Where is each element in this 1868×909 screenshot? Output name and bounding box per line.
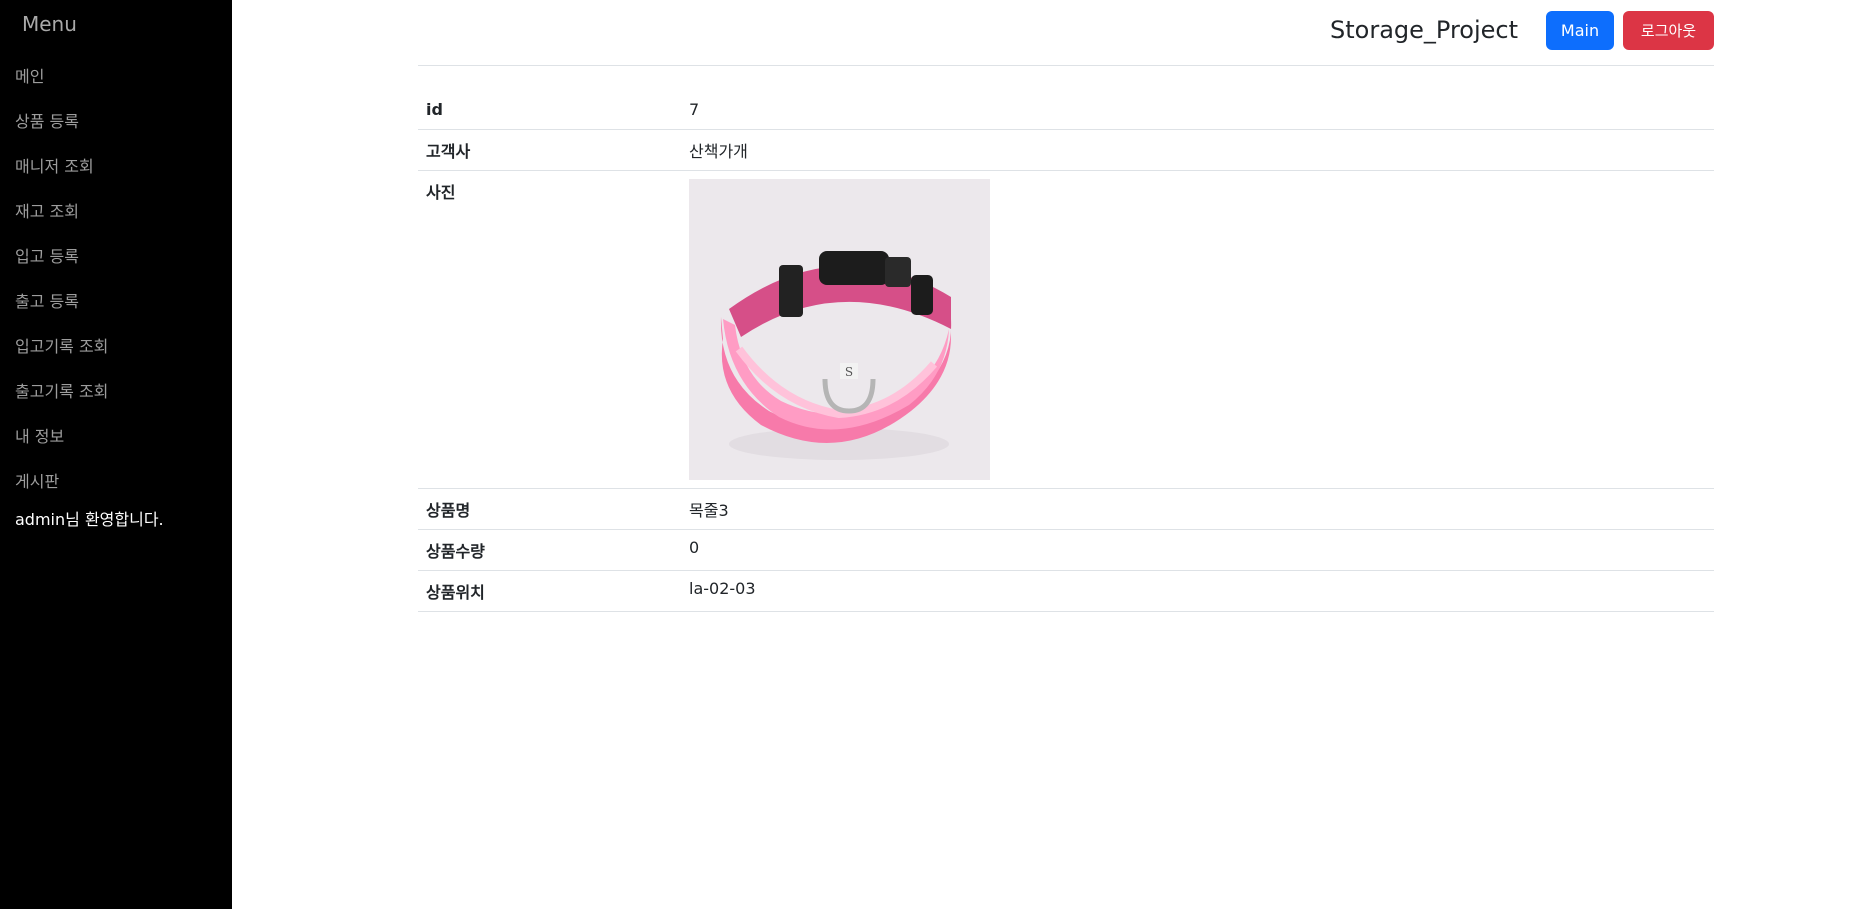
page-title: Storage_Project <box>1330 16 1519 44</box>
photo-label: 사진 <box>418 170 681 489</box>
sidebar-item-stock-list[interactable]: 재고 조회 <box>15 202 108 247</box>
sidebar-item-main[interactable]: 메인 <box>15 67 108 112</box>
welcome-message: admin님 환영합니다. <box>15 510 164 529</box>
product-location-value: la-02-03 <box>681 570 1714 612</box>
sidebar-item-outbound-register[interactable]: 출고 등록 <box>15 292 108 337</box>
product-name-label: 상품명 <box>418 488 681 530</box>
pet-collar-image: S <box>689 179 990 480</box>
sidebar-title: Menu <box>22 12 77 36</box>
sidebar-nav: 메인 상품 등록 매니저 조회 재고 조회 입고 등록 출고 등록 입고기록 조… <box>15 67 108 517</box>
product-qty-label: 상품수량 <box>418 529 681 571</box>
table-row: 상품명 목줄3 <box>418 488 1714 530</box>
sidebar: Menu 메인 상품 등록 매니저 조회 재고 조회 입고 등록 출고 등록 입… <box>0 0 232 909</box>
size-tag: S <box>845 365 853 379</box>
customer-label: 고객사 <box>418 129 681 171</box>
product-name-value: 목줄3 <box>681 488 1714 530</box>
logout-button[interactable]: 로그아웃 <box>1623 11 1714 50</box>
table-row: 사진 S <box>418 170 1714 489</box>
sidebar-item-inbound-history[interactable]: 입고기록 조회 <box>15 337 108 382</box>
product-detail-table: id 7 고객사 산책가개 사진 S 상품명 목줄3 상품수량 0 상품위치 l… <box>418 92 1714 612</box>
sidebar-item-product-register[interactable]: 상품 등록 <box>15 112 108 157</box>
sidebar-item-manager-list[interactable]: 매니저 조회 <box>15 157 108 202</box>
photo-cell: S <box>681 170 1714 489</box>
table-row: 고객사 산책가개 <box>418 129 1714 171</box>
header-divider <box>418 65 1714 66</box>
product-photo: S <box>689 179 990 480</box>
product-location-label: 상품위치 <box>418 570 681 612</box>
sidebar-item-outbound-history[interactable]: 출고기록 조회 <box>15 382 108 427</box>
product-qty-value: 0 <box>681 529 1714 571</box>
id-value: 7 <box>681 92 1714 130</box>
customer-value: 산책가개 <box>681 129 1714 171</box>
table-row: id 7 <box>418 92 1714 130</box>
sidebar-item-my-info[interactable]: 내 정보 <box>15 427 108 472</box>
main-button[interactable]: Main <box>1546 11 1614 50</box>
table-row: 상품수량 0 <box>418 529 1714 571</box>
sidebar-item-inbound-register[interactable]: 입고 등록 <box>15 247 108 292</box>
table-row: 상품위치 la-02-03 <box>418 570 1714 612</box>
id-label: id <box>418 92 681 130</box>
